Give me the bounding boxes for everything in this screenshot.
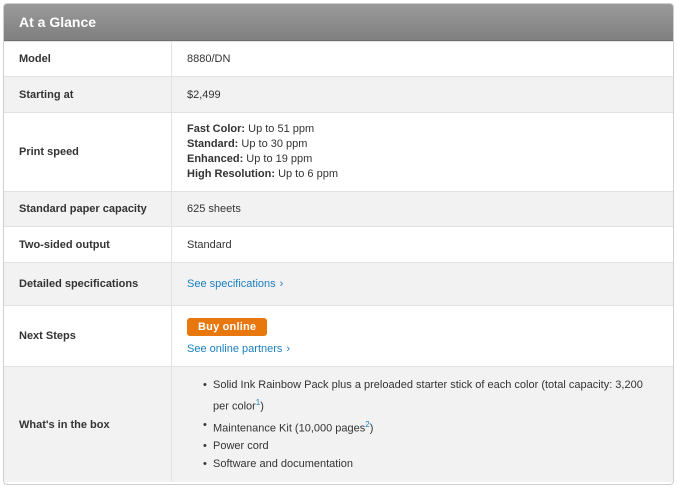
paper-capacity-label: Standard paper capacity <box>4 192 172 226</box>
starting-at-value: $2,499 <box>187 88 221 101</box>
next-steps-label: Next Steps <box>4 306 172 366</box>
starting-at-label: Starting at <box>4 77 172 112</box>
row-print-speed: Print speed Fast Color: Up to 51 ppm Sta… <box>4 112 673 191</box>
panel-title: At a Glance <box>19 14 97 30</box>
whats-in-box-label: What's in the box <box>4 367 172 482</box>
buy-online-button[interactable]: Buy online <box>187 317 268 336</box>
row-next-steps: Next Steps Buy online See online partner… <box>4 305 673 366</box>
chevron-right-icon: › <box>286 342 291 355</box>
row-paper-capacity: Standard paper capacity 625 sheets <box>4 191 673 226</box>
print-speed-value: Fast Color: Up to 51 ppm Standard: Up to… <box>172 113 673 191</box>
chevron-right-icon: › <box>279 278 284 290</box>
row-detailed-specs: Detailed specifications See specificatio… <box>4 262 673 305</box>
paper-capacity-value: 625 sheets <box>187 203 241 215</box>
row-starting-at: Starting at $2,499 <box>4 76 673 112</box>
model-label: Model <box>4 42 172 76</box>
model-value: 8880/DN <box>187 53 231 65</box>
box-item: Maintenance Kit (10,000 pages2) <box>203 416 673 438</box>
box-item: Power cord <box>203 437 673 455</box>
at-a-glance-panel: At a Glance Model 8880/DN Starting at $2… <box>3 3 674 485</box>
box-contents-list: Solid Ink Rainbow Pack plus a preloaded … <box>187 376 673 473</box>
row-two-sided: Two-sided output Standard <box>4 226 673 262</box>
row-model: Model 8880/DN <box>4 41 673 76</box>
see-online-partners-link[interactable]: See online partners › <box>187 343 673 355</box>
print-speed-line: Fast Color: Up to 51 ppm <box>187 123 315 135</box>
detailed-specs-label: Detailed specifications <box>4 263 172 305</box>
box-item: Software and documentation <box>203 455 673 473</box>
two-sided-value: Standard <box>187 238 232 251</box>
panel-header: At a Glance <box>4 4 673 41</box>
print-speed-line: High Resolution: Up to 6 ppm <box>187 168 338 180</box>
print-speed-line: Standard: Up to 30 ppm <box>187 138 308 150</box>
see-specifications-link[interactable]: See specifications › <box>187 278 673 290</box>
two-sided-label: Two-sided output <box>4 227 172 262</box>
row-whats-in-box: What's in the box Solid Ink Rainbow Pack… <box>4 366 673 482</box>
box-item: Solid Ink Rainbow Pack plus a preloaded … <box>203 376 673 416</box>
print-speed-line: Enhanced: Up to 19 ppm <box>187 153 313 165</box>
print-speed-label: Print speed <box>4 113 172 191</box>
